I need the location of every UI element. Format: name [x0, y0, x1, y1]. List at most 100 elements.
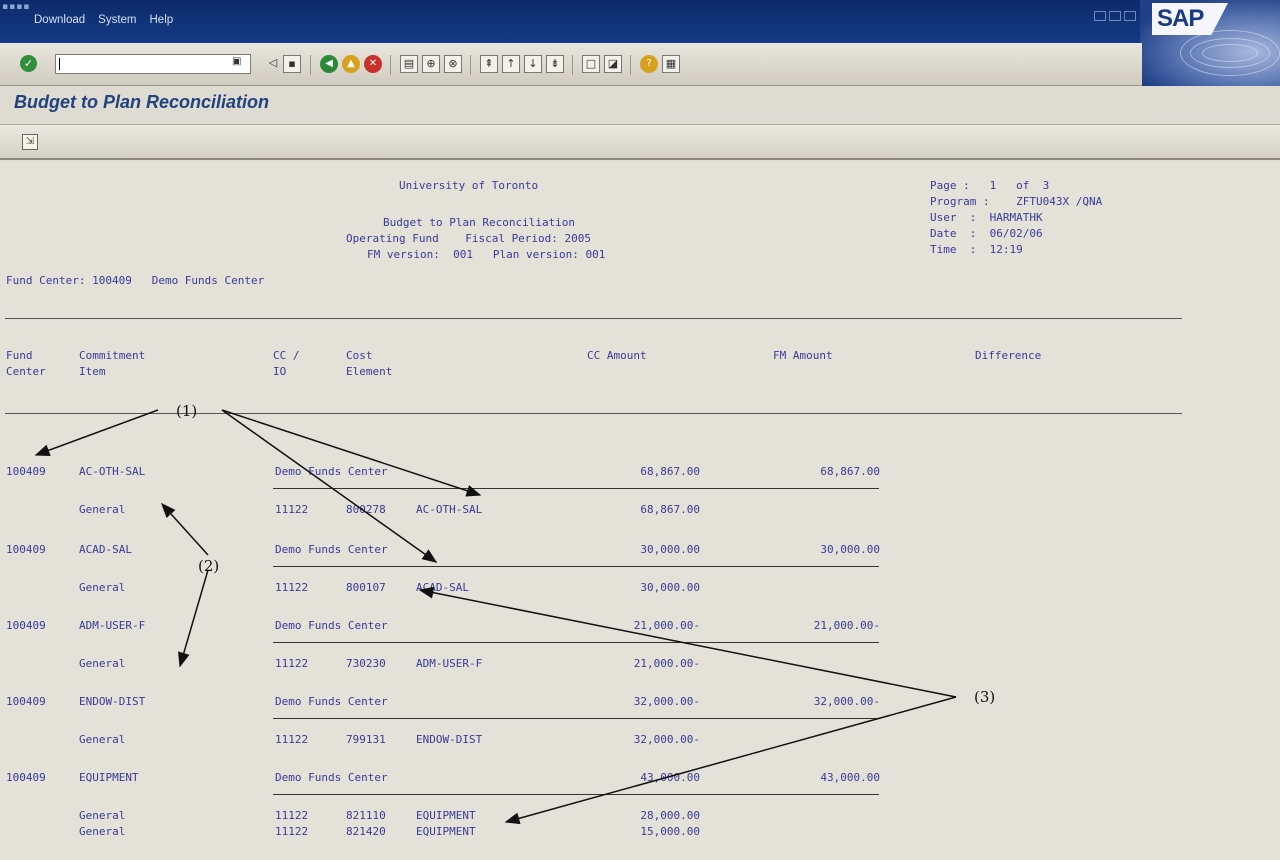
- subrow-cost-element-name: ENDOW-DIST: [416, 733, 483, 746]
- row-commitment-item[interactable]: ENDOW-DIST: [79, 694, 145, 710]
- close-icon[interactable]: [1124, 11, 1136, 21]
- subrow-cost-element-name: EQUIPMENT: [416, 825, 476, 838]
- report-user: User : HARMATHK: [930, 211, 1043, 224]
- report-org: University of Toronto: [399, 179, 539, 192]
- subrow-cost-element: 821110: [346, 809, 386, 822]
- menu-system[interactable]: System: [98, 14, 136, 26]
- col-fund-center: Fund Center: [6, 349, 46, 378]
- row-fm-amount: 30,000.00: [820, 543, 880, 556]
- exit-icon[interactable]: ▲: [342, 55, 360, 73]
- maximize-icon[interactable]: [1109, 11, 1121, 21]
- cancel-icon[interactable]: ✕: [364, 55, 382, 73]
- row-fm-amount: 32,000.00-: [813, 695, 880, 708]
- shortcut-icon[interactable]: ◪: [604, 55, 622, 73]
- row-description: Demo Funds Center: [275, 619, 388, 632]
- page-title: Budget to Plan Reconciliation: [14, 92, 270, 112]
- application-toolbar: ⇲: [0, 124, 1280, 160]
- help-icon[interactable]: ?: [640, 55, 658, 73]
- col-cost-element: Cost Element: [346, 349, 393, 378]
- last-page-icon[interactable]: ⇟: [546, 55, 564, 73]
- subrow-amount: 32,000.00-: [633, 733, 700, 746]
- command-field[interactable]: [55, 54, 251, 74]
- find-icon[interactable]: ⊕: [422, 55, 440, 73]
- subrow-label: General: [79, 503, 126, 516]
- subrow-cost-element: 800278: [346, 503, 386, 516]
- create-session-icon[interactable]: □: [582, 55, 600, 73]
- col-commitment-item: Commitment Item: [79, 349, 146, 378]
- back-arrow-icon[interactable]: ◁: [264, 55, 282, 73]
- next-page-icon[interactable]: ↓: [524, 55, 542, 73]
- subrow-amount: 15,000.00: [640, 825, 700, 838]
- report-time: Time : 12:19: [930, 243, 1023, 256]
- report-program: Program : ZFTU043X /QNA: [930, 195, 1103, 208]
- row-commitment-item[interactable]: ADM-USER-F: [79, 618, 145, 634]
- print-icon[interactable]: ▤: [400, 55, 418, 73]
- subrow-amount: 68,867.00: [640, 503, 700, 516]
- row-cc-amount: 32,000.00-: [633, 695, 700, 708]
- subrow-io: 11122: [275, 825, 309, 838]
- row-fm-amount: 68,867.00: [820, 465, 880, 478]
- subrow-cost-element: 800107: [346, 581, 386, 594]
- find-next-icon[interactable]: ⊗: [444, 55, 462, 73]
- subrow-io: 11122: [275, 503, 309, 516]
- subrow-amount: 30,000.00: [640, 581, 700, 594]
- row-fm-amount: 43,000.00: [820, 771, 880, 784]
- row-cc-amount: 43,000.00: [640, 771, 700, 784]
- row-commitment-item[interactable]: AC-OTH-SAL: [79, 464, 145, 480]
- subrow-label: General: [79, 809, 126, 822]
- row-fund-center: 100409: [6, 543, 46, 556]
- previous-page-icon[interactable]: ↑: [502, 55, 520, 73]
- command-history-icon[interactable]: ▣: [232, 56, 241, 67]
- standard-toolbar: ✓ ▣ ◁ ▪ ◀ ▲ ✕ ▤ ⊕ ⊗ ⇞ ↑ ↓ ⇟ □ ◪ ? ▦: [0, 43, 1142, 86]
- save-icon[interactable]: ▪: [283, 55, 301, 73]
- row-fund-center: 100409: [6, 771, 46, 784]
- minimize-icon[interactable]: [1094, 11, 1106, 21]
- subrow-label: General: [79, 825, 126, 838]
- row-commitment-item[interactable]: EQUIPMENT: [79, 770, 139, 786]
- subrow-cost-element: 730230: [346, 657, 386, 670]
- report-page: Page : 1 of 3: [930, 179, 1050, 192]
- row-cc-amount: 21,000.00-: [633, 619, 700, 632]
- subrow-cost-element: 821420: [346, 825, 386, 838]
- row-description: Demo Funds Center: [275, 543, 388, 556]
- subrow-cost-element: 799131: [346, 733, 386, 746]
- menu-help[interactable]: Help: [150, 14, 174, 26]
- subrow-io: 11122: [275, 581, 309, 594]
- row-commitment-item[interactable]: ACAD-SAL: [79, 542, 132, 558]
- subrow-amount: 21,000.00-: [633, 657, 700, 670]
- menu-download[interactable]: Download: [34, 14, 85, 26]
- col-cc-io: CC / IO: [273, 349, 300, 378]
- enter-check-icon[interactable]: ✓: [20, 55, 37, 72]
- subrow-io: 11122: [275, 657, 309, 670]
- subrow-io: 11122: [275, 809, 309, 822]
- subrow-cost-element-name: EQUIPMENT: [416, 809, 476, 822]
- divider: [5, 318, 1182, 319]
- subrow-io: 11122: [275, 733, 309, 746]
- subrow-label: General: [79, 657, 126, 670]
- row-cc-amount: 30,000.00: [640, 543, 700, 556]
- subrow-label: General: [79, 581, 126, 594]
- col-cc-amount: CC Amount: [587, 349, 647, 362]
- row-cc-amount: 68,867.00: [640, 465, 700, 478]
- report-date: Date : 06/02/06: [930, 227, 1043, 240]
- window-menu-icon[interactable]: ▪▪▪▪: [2, 2, 30, 12]
- layout-menu-icon[interactable]: ▦: [662, 55, 680, 73]
- row-description: Demo Funds Center: [275, 465, 388, 478]
- report-fund-line: Operating Fund Fiscal Period: 2005: [346, 232, 592, 245]
- annotation-label-1: (1): [176, 402, 198, 420]
- row-description: Demo Funds Center: [275, 771, 388, 784]
- first-page-icon[interactable]: ⇞: [480, 55, 498, 73]
- report-fund-center: Fund Center: 100409 Demo Funds Center: [6, 274, 265, 287]
- subrow-amount: 28,000.00: [640, 809, 700, 822]
- row-fund-center: 100409: [6, 465, 46, 478]
- subrow-cost-element-name: ADM-USER-F: [416, 657, 483, 670]
- annotation-label-2: (2): [198, 557, 220, 575]
- report-version-line: FM version: 001 Plan version: 001: [367, 248, 606, 261]
- download-list-icon[interactable]: ⇲: [22, 134, 38, 150]
- row-description: Demo Funds Center: [275, 695, 388, 708]
- back-icon[interactable]: ◀: [320, 55, 338, 73]
- subrow-cost-element-name: AC-OTH-SAL: [416, 503, 483, 516]
- report-area: University of Toronto Budget to Plan Rec…: [0, 162, 1280, 860]
- menu-bar: ▪▪▪▪ Download System Help: [0, 0, 1280, 43]
- row-fm-amount: 21,000.00-: [813, 619, 880, 632]
